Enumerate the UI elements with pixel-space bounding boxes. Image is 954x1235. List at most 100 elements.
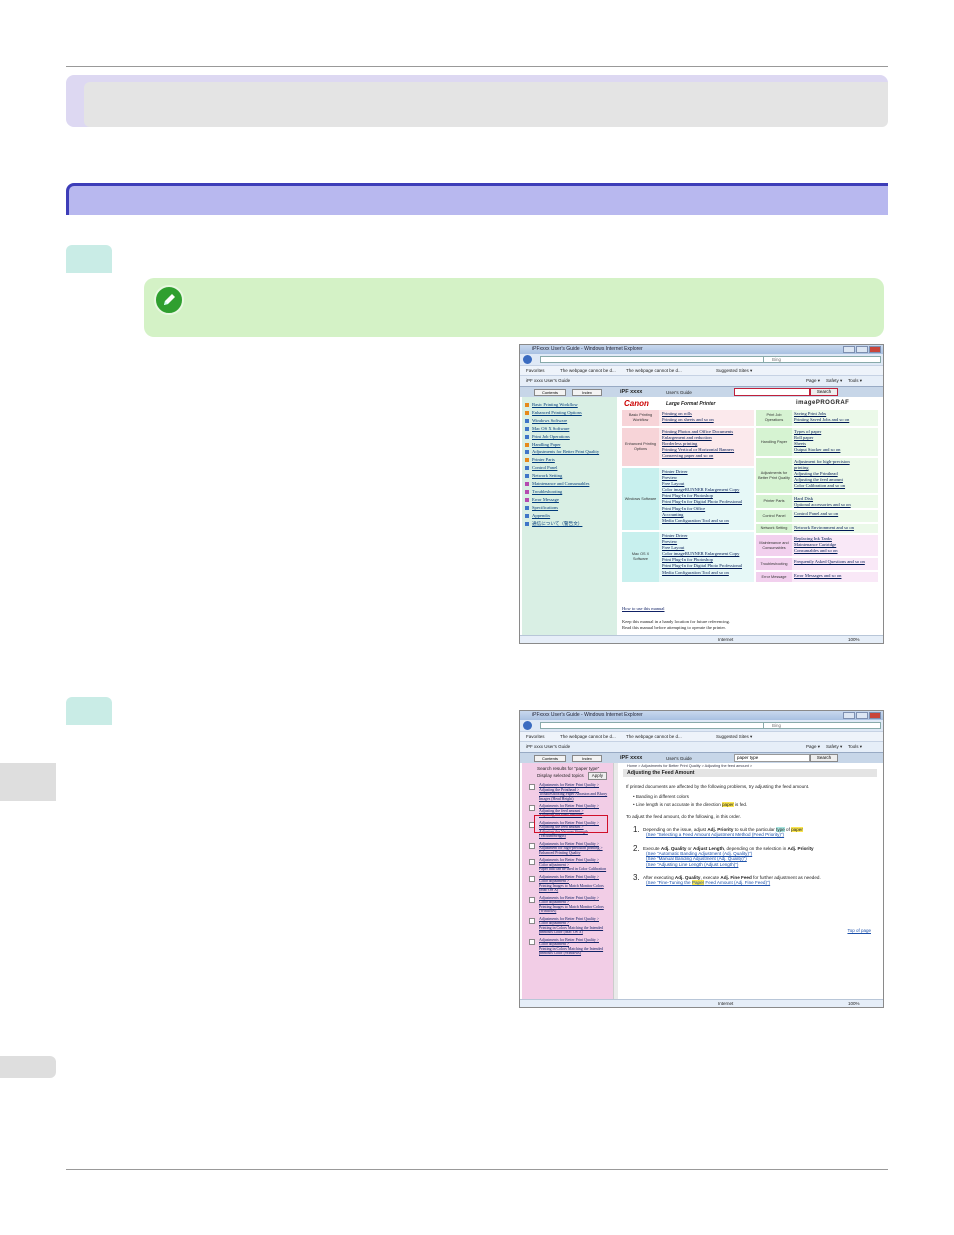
search-result-item[interactable]: Adjustments for Better Print Quality > C… <box>525 896 615 914</box>
suggested-sites[interactable]: Suggested Sites ▾ <box>716 368 752 374</box>
toc-item[interactable]: Specifications <box>525 504 614 512</box>
topic-link[interactable]: Frequently Asked Questions and so on <box>794 559 865 565</box>
topic-link[interactable]: Print Plug-In for Digital Photo Professi… <box>662 499 742 505</box>
search-input[interactable] <box>734 388 810 396</box>
toc-item[interactable]: Troubleshooting <box>525 488 614 496</box>
toc-item[interactable]: Windows Software <box>525 417 614 425</box>
topic-link[interactable]: Network Environment and so on <box>794 525 854 531</box>
guide-header: Contents Index iPF xxxx User's Guide Sea… <box>520 386 883 397</box>
zoom-level[interactable]: 100% <box>848 1001 860 1006</box>
minimize-icon[interactable] <box>843 712 855 719</box>
search-result-item[interactable]: Adjustments for Better Print Quality > C… <box>525 938 615 956</box>
favorite-link-1[interactable]: The webpage cannot be d... <box>560 734 616 739</box>
see-link[interactable]: (See "Fine-Tuning the Paper Feed Amount … <box>646 880 877 886</box>
topic-cell: Mac OS X Software Printer Driver Preview Fr… <box>622 532 754 582</box>
see-link[interactable]: (See "Adjusting Line Length (Adjust Leng… <box>646 862 877 868</box>
topic-link[interactable]: Output Stacker and so on <box>794 447 840 453</box>
apply-button[interactable]: Apply <box>587 772 607 780</box>
results-scrollbar[interactable] <box>613 763 618 1001</box>
page-menu[interactable]: Page ▾ <box>806 378 820 384</box>
search-result-item[interactable]: Adjustments for Better Print Quality > C… <box>525 917 615 935</box>
toc-item[interactable]: Maintenance and Consumables <box>525 480 614 488</box>
favorite-link-2[interactable]: The webpage cannot be d... <box>626 368 682 373</box>
topic-link[interactable]: Control Panel and so on <box>794 511 838 517</box>
search-result-item[interactable]: Adjustments for Better Print Quality > C… <box>525 858 615 872</box>
close-icon[interactable] <box>869 346 881 353</box>
favorites-button[interactable]: Favorites <box>526 734 545 739</box>
users-guide-label: User's Guide <box>666 390 692 395</box>
zoom-level[interactable]: 100% <box>848 637 860 642</box>
tab-index[interactable]: Index <box>572 389 602 396</box>
bing-search-input[interactable]: Bing <box>763 722 881 729</box>
article-title: Adjusting the Feed Amount <box>623 769 877 777</box>
maximize-icon[interactable] <box>856 712 868 719</box>
tab-index[interactable]: Index <box>572 755 602 762</box>
favorite-link-2[interactable]: The webpage cannot be d... <box>626 734 682 739</box>
toc-item[interactable]: Appendix <box>525 512 614 520</box>
how-to-link[interactable]: How to use this manual <box>622 606 665 612</box>
toc-item[interactable]: Enhanced Printing Options <box>525 409 614 417</box>
toc-item[interactable]: Printer Parts <box>525 456 614 464</box>
top-of-page-link[interactable]: Top of page <box>847 928 871 933</box>
toc-item[interactable]: 通信について（警告文） <box>525 520 614 528</box>
see-link[interactable]: (See "Selecting a Feed Amount Adjustment… <box>646 832 877 838</box>
maximize-icon[interactable] <box>856 346 868 353</box>
tools-menu[interactable]: Tools ▾ <box>848 378 862 384</box>
topic-link[interactable]: Printing Saved Jobs and so on <box>794 417 849 423</box>
search-result-item[interactable]: Adjustments for Better Print Quality > A… <box>525 842 615 856</box>
topic-link[interactable]: Media Configuration Tool and so on <box>662 518 742 524</box>
step-2-tab <box>66 697 112 725</box>
browser-tab[interactable]: iPF xxxx User's Guide <box>526 378 570 383</box>
topic-link[interactable]: Optional accessories and so on <box>794 502 851 508</box>
favorites-button[interactable]: Favorites <box>526 368 545 373</box>
toc-item[interactable]: Print Job Operations <box>525 433 614 441</box>
minimize-icon[interactable] <box>843 346 855 353</box>
bullet-banding: • Banding in different colors <box>633 794 689 799</box>
search-result-item[interactable]: Adjustments for Better Print Quality > A… <box>525 783 615 801</box>
topic-link[interactable]: Color Calibration and so on <box>794 483 850 489</box>
suggested-sites[interactable]: Suggested Sites ▾ <box>716 734 752 740</box>
toc-item[interactable]: Basic Printing Workflow <box>525 401 614 409</box>
toc-item[interactable]: Handling Paper <box>525 441 614 449</box>
topic-cell: Network Setting Network Environment and s… <box>756 524 878 533</box>
close-icon[interactable] <box>869 712 881 719</box>
favorite-link-1[interactable]: The webpage cannot be d... <box>560 368 616 373</box>
search-input[interactable]: paper type <box>734 754 810 762</box>
safety-menu[interactable]: Safety ▾ <box>826 378 842 384</box>
toc-item[interactable]: Adjustments for Better Print Quality <box>525 448 614 456</box>
breadcrumb[interactable]: Home > Adjustments for Better Print Qual… <box>627 764 877 768</box>
toc-item[interactable]: Mac OS X Software <box>525 425 614 433</box>
status-bar: Internet 100% <box>520 999 883 1007</box>
tools-menu[interactable]: Tools ▾ <box>848 744 862 750</box>
topic-link[interactable]: Conserving paper and so on <box>662 453 734 459</box>
note-box <box>144 278 884 337</box>
search-results-panel: Search results for "paper type" Display … <box>522 763 618 1001</box>
search-button[interactable]: Search <box>810 388 838 396</box>
topic-link[interactable]: Error Messages and so on <box>794 573 841 579</box>
url-field[interactable] <box>540 722 768 729</box>
step-2: 2. Execute Adj. Quality or Adjust Length… <box>633 844 877 868</box>
topic-link[interactable]: Media Configuration Tool and so on <box>662 570 742 576</box>
topic-link[interactable]: Consumables and so on <box>794 548 838 554</box>
back-icon[interactable] <box>523 721 532 730</box>
search-result-item[interactable]: Adjustments for Better Print Quality > C… <box>525 875 615 893</box>
page-menu[interactable]: Page ▾ <box>806 744 820 750</box>
back-icon[interactable] <box>523 355 532 364</box>
toc-item[interactable]: Network Setting <box>525 472 614 480</box>
read-text: Read this manual before attempting to op… <box>622 625 726 630</box>
tab-contents[interactable]: Contents <box>534 389 566 396</box>
safety-menu[interactable]: Safety ▾ <box>826 744 842 750</box>
toc-item[interactable]: Error Message <box>525 496 614 504</box>
toc-item[interactable]: Control Panel <box>525 464 614 472</box>
topic-category-label: Error Message <box>756 572 792 582</box>
topic-category-label: Mac OS X Software <box>622 532 659 582</box>
bing-search-input[interactable]: Bing <box>763 356 881 363</box>
topic-category-label: Network Setting <box>756 524 792 533</box>
browser-tab[interactable]: iPF xxxx User's Guide <box>526 744 570 749</box>
topic-link[interactable]: Printing on sheets and so on <box>662 417 714 423</box>
tab-contents[interactable]: Contents <box>534 755 566 762</box>
search-button[interactable]: Search <box>810 754 838 762</box>
topic-link[interactable]: Print Plug-In for Digital Photo Professi… <box>662 563 742 569</box>
url-field[interactable] <box>540 356 768 363</box>
chapter-title-band <box>66 75 888 127</box>
